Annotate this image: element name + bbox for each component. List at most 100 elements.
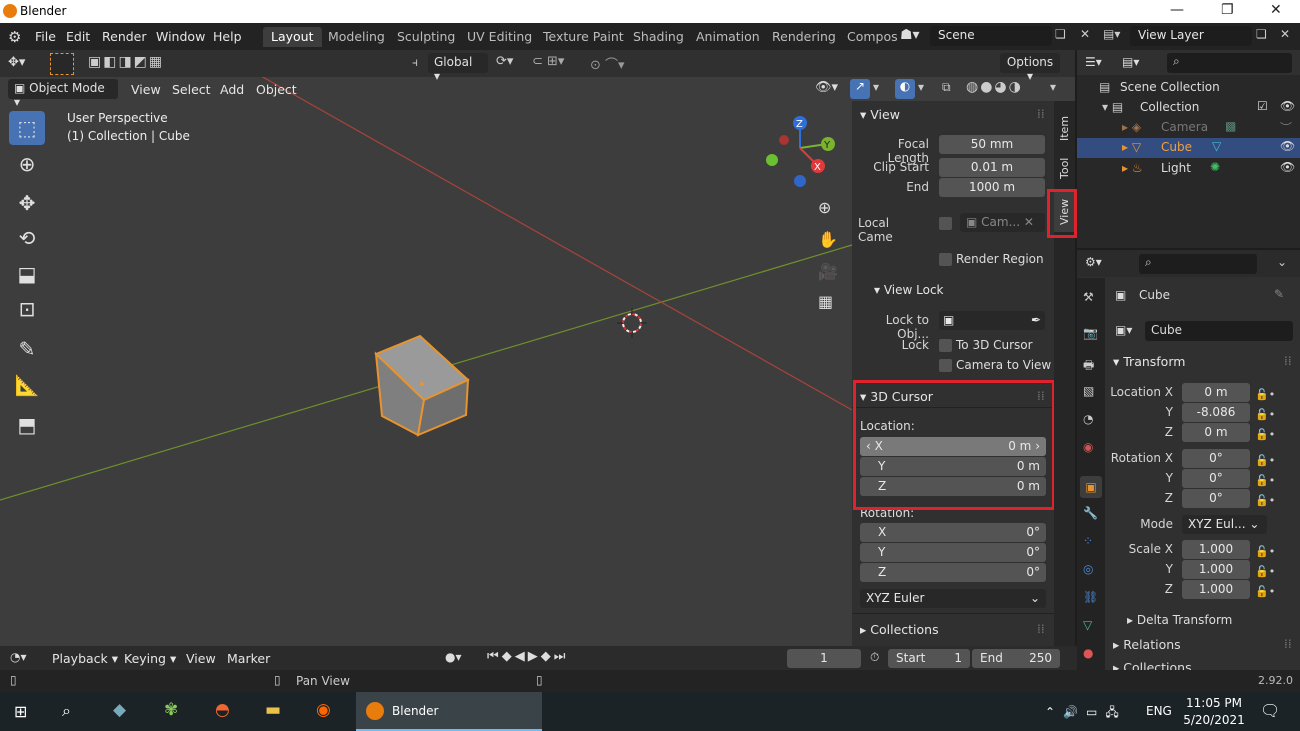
options-dropdown[interactable]: Options ▾ [1000, 53, 1060, 83]
prop-scale-y-field[interactable]: 1.000 [1182, 560, 1250, 579]
rotate-tool-icon[interactable]: ⟲ [9, 221, 45, 255]
render-region-checkbox[interactable] [939, 253, 952, 266]
collection-checkbox-icon[interactable]: ☑ [1257, 99, 1268, 113]
object-type-icon[interactable]: ▣▾ [1115, 323, 1132, 337]
lock-icons-scale[interactable]: 🔓• 🔓• 🔓• [1255, 542, 1275, 602]
select-mode-icons[interactable]: ▣◧◨◩▦ [88, 54, 164, 70]
to-3d-cursor-checkbox[interactable] [939, 339, 952, 352]
tab-uv-editing[interactable]: UV Editing [459, 27, 540, 47]
select-box-tool-icon[interactable]: ⬚ [9, 111, 45, 145]
menu-render[interactable]: Render [102, 29, 147, 44]
outliner-item-light[interactable]: Light [1161, 161, 1191, 175]
lock-icons-rotation[interactable]: 🔓• 🔓• 🔓• [1255, 451, 1275, 511]
overlay-toggle-icon[interactable]: ◐ [895, 79, 915, 99]
cube-eye-icon[interactable]: 👁 [1280, 139, 1295, 153]
xray-icon[interactable]: ⧉ [942, 80, 951, 95]
outliner-filter-icon[interactable]: ▤▾ [1122, 55, 1139, 69]
prop-location-x-field[interactable]: 0 m [1182, 383, 1250, 402]
menu-help[interactable]: Help [213, 29, 242, 44]
prop-rotation-y-field[interactable]: 0° [1182, 469, 1250, 488]
tab-shading[interactable]: Shading [625, 27, 692, 47]
outliner-search-input[interactable]: ⌕ [1167, 53, 1292, 73]
focal-length-field[interactable]: 50 mm [939, 135, 1045, 154]
collection-expand-icon[interactable]: ▾ ▤ [1102, 100, 1123, 114]
particles-tab-icon[interactable]: ⁘ [1083, 534, 1093, 548]
shading-dropdown-icon[interactable]: ▾ [1050, 80, 1056, 94]
timeline-editor-icon[interactable]: ◔▾ [10, 650, 27, 664]
outliner-item-camera[interactable]: Camera [1161, 120, 1208, 134]
stopwatch-icon[interactable]: ⏱ [870, 650, 879, 665]
tab-layout[interactable]: Layout [263, 27, 322, 47]
camera-view-icon[interactable]: 🎥 [818, 262, 838, 281]
eyedropper-icon[interactable]: ✒ [1031, 311, 1045, 330]
lock-to-object-field[interactable]: ▣ ✒ [939, 311, 1045, 330]
viewport-menu-add[interactable]: Add [220, 82, 244, 97]
delta-transform-header[interactable]: ▸ Delta Transform [1127, 613, 1232, 627]
new-view-layer-icon[interactable]: ❏ [1256, 27, 1267, 41]
object-tab-icon[interactable]: ▣ [1080, 476, 1102, 498]
pin-icon[interactable]: ✎ [1274, 287, 1284, 301]
view-layer-tab-icon[interactable]: ▧ [1083, 384, 1094, 398]
view-section-header[interactable]: ▾ View [860, 107, 900, 122]
transform-drag-icon[interactable]: ⁞⁞ [1284, 354, 1292, 368]
cursor-rotation-y-field[interactable]: Y 0° [860, 543, 1046, 562]
local-camera-checkbox[interactable] [939, 217, 952, 230]
collection-label[interactable]: Collection [1140, 100, 1199, 114]
new-scene-icon[interactable]: ❏ [1055, 27, 1066, 41]
timeline-view-menu[interactable]: View [186, 651, 216, 666]
clip-start-field[interactable]: 0.01 m [939, 158, 1045, 177]
drag-handle-icon[interactable]: ⁞⁞ [1037, 107, 1045, 121]
relations-header[interactable]: ▸ Relations [1113, 637, 1181, 652]
prop-location-y-field[interactable]: -8.086 [1182, 403, 1250, 422]
properties-search-input[interactable]: ⌕ [1139, 254, 1257, 274]
tab-modeling[interactable]: Modeling [320, 27, 393, 47]
end-frame-field[interactable]: End 250 [972, 649, 1060, 668]
notification-icon[interactable]: 🗨 [1260, 701, 1280, 720]
modifier-tab-icon[interactable]: 🔧 [1083, 506, 1098, 520]
scene-collection-label[interactable]: Scene Collection [1120, 80, 1220, 94]
close-icon[interactable]: ✕ [1270, 2, 1282, 18]
collections-drag-handle-icon[interactable]: ⁞⁞ [1037, 622, 1045, 636]
select-tool-icon[interactable] [50, 53, 74, 75]
prop-location-z-field[interactable]: 0 m [1182, 423, 1250, 442]
outliner-item-cube[interactable]: Cube [1161, 140, 1192, 154]
move-tool-icon[interactable]: ✥ [9, 186, 45, 220]
proportional-edit-icon[interactable]: ⊙ ⌒▾ [590, 54, 625, 73]
viewport-menu-select[interactable]: Select [172, 82, 211, 97]
tray-icons[interactable]: ⌃🔊▭🖧 [1045, 703, 1127, 724]
pan-hand-icon[interactable]: ✋ [818, 230, 838, 249]
timeline-keying-menu[interactable]: Keying ▾ [124, 651, 176, 666]
measure-tool-icon[interactable]: 📐 [9, 368, 45, 402]
shading-mode-icons[interactable]: ◍●◕◑ [966, 79, 1023, 95]
camera-to-view-checkbox[interactable] [939, 359, 952, 372]
viewport-menu-view[interactable]: View [131, 82, 161, 97]
prop-mode-dropdown[interactable]: XYZ Eul... ⌄ [1182, 515, 1267, 534]
scale-tool-icon[interactable]: ⬓ [9, 257, 45, 291]
prop-scale-x-field[interactable]: 1.000 [1182, 540, 1250, 559]
prop-rotation-z-field[interactable]: 0° [1182, 489, 1250, 508]
app-icon-2[interactable]: ✾ [164, 700, 178, 720]
cursor-rotation-z-field[interactable]: Z 0° [860, 563, 1046, 582]
prop-rotation-x-field[interactable]: 0° [1182, 449, 1250, 468]
overlay-dropdown-icon[interactable]: ▾ [918, 80, 924, 94]
object-mode-dropdown[interactable]: ▣ Object Mode ▾ [8, 79, 118, 109]
clock-date[interactable]: 5/20/2021 [1180, 713, 1248, 727]
prop-scale-z-field[interactable]: 1.000 [1182, 580, 1250, 599]
clip-end-field[interactable]: 1000 m [939, 178, 1045, 197]
gizmo-toggle-icon[interactable]: ↗ [850, 79, 870, 99]
view-layer-icon[interactable]: ▤▾ [1103, 27, 1120, 41]
start-frame-field[interactable]: Start 1 [888, 649, 970, 668]
timeline-marker-menu[interactable]: Marker [227, 651, 270, 666]
object-name-field[interactable]: Cube [1145, 321, 1293, 341]
viewport-menu-object[interactable]: Object [256, 82, 297, 97]
menu-file[interactable]: File [35, 29, 56, 44]
tab-rendering[interactable]: Rendering [764, 27, 844, 47]
3d-cursor-icon[interactable] [617, 308, 647, 338]
properties-editor-icon[interactable]: ⚙▾ [1085, 255, 1102, 269]
remove-view-layer-icon[interactable]: ✕ [1280, 27, 1290, 41]
current-frame-field[interactable]: 1 [787, 649, 861, 668]
navigation-gizmo[interactable]: Z Y X [760, 110, 840, 195]
ortho-grid-icon[interactable]: ▦ [818, 292, 833, 311]
transform-section-header[interactable]: ▾ Transform [1113, 354, 1185, 369]
properties-options-icon[interactable]: ⌄ [1277, 255, 1287, 269]
